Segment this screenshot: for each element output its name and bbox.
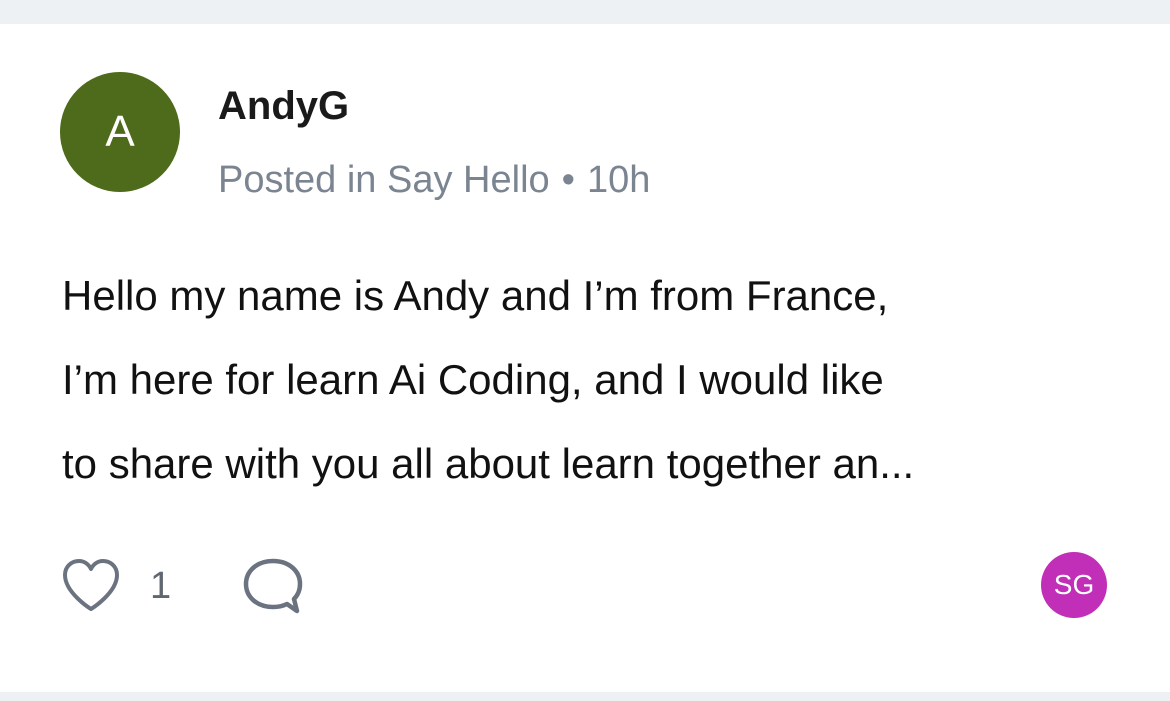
post-actions: 1 xyxy=(60,554,305,618)
space-link[interactable]: Say Hello xyxy=(387,159,550,201)
post-body-line: I’m here for learn Ai Coding, and I woul… xyxy=(62,356,884,403)
comment-bubble-icon xyxy=(243,558,303,614)
participant-avatar[interactable]: SG xyxy=(1041,552,1107,618)
participant-initials: SG xyxy=(1053,569,1095,600)
like-count: 1 xyxy=(150,564,172,607)
meta-prefix: Posted in xyxy=(218,159,377,201)
post-body[interactable]: Hello my name is Andy and I’m from Franc… xyxy=(62,254,1122,506)
feed-separator-bottom xyxy=(0,692,1170,701)
comment-button[interactable] xyxy=(241,556,305,616)
post-card[interactable]: A AndyG Posted in Say Hello • 10h Hello my… xyxy=(0,24,1170,692)
author-name[interactable]: AndyG xyxy=(218,82,349,130)
meta-separator: • xyxy=(561,159,575,201)
author-avatar[interactable]: A xyxy=(60,72,180,192)
post-body-line: Hello my name is Andy and I’m from Franc… xyxy=(62,272,889,319)
feed-separator-top xyxy=(0,0,1170,24)
like-button[interactable] xyxy=(60,557,122,615)
post-meta: Posted in Say Hello • 10h xyxy=(218,156,650,204)
heart-icon xyxy=(63,559,119,611)
author-initial: A xyxy=(105,107,135,156)
post-body-line: to share with you all about learn togeth… xyxy=(62,440,915,487)
post-time: 10h xyxy=(586,159,651,201)
